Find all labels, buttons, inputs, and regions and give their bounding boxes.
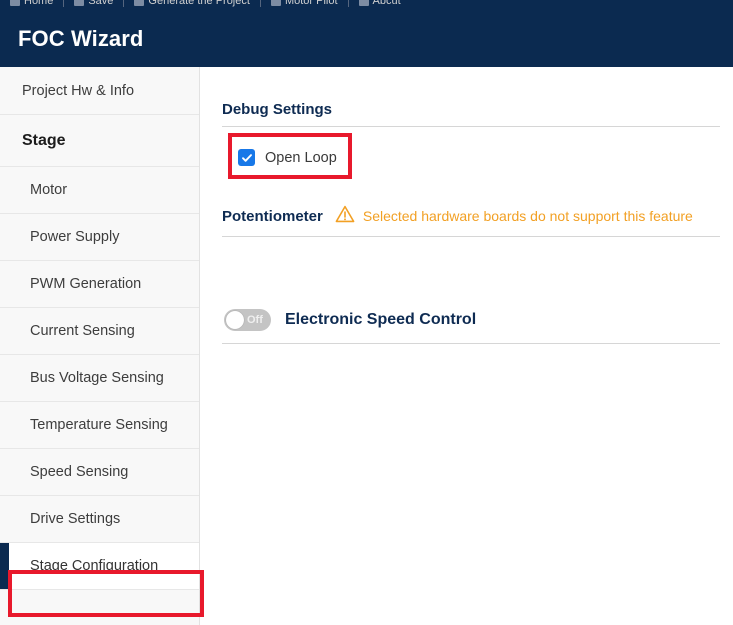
sidebar-item-stage-configuration[interactable]: Stage Configuration <box>0 543 199 590</box>
home-icon <box>10 0 20 6</box>
sidebar-item-bus-voltage-sensing[interactable]: Bus Voltage Sensing <box>0 355 199 402</box>
sidebar-section-stage: Stage <box>0 115 199 167</box>
top-toolbar-strip: Home Save Generate the Project Motor Pil… <box>0 0 733 10</box>
open-loop-checkbox-row[interactable]: Open Loop <box>238 149 337 166</box>
potentiometer-warning-text: Selected hardware boards do not support … <box>362 208 693 224</box>
sidebar: Project Hw & Info Stage Motor Power Supp… <box>0 67 200 625</box>
sidebar-item-label: Speed Sensing <box>30 464 129 480</box>
sidebar-item-power-supply[interactable]: Power Supply <box>0 214 199 261</box>
save-icon <box>74 0 85 6</box>
debug-settings-title: Debug Settings <box>222 101 333 118</box>
sidebar-item-label: Motor <box>30 182 68 198</box>
toggle-state-label: Off <box>247 313 263 326</box>
motor-pilot-icon <box>270 0 281 6</box>
warning-triangle-icon <box>335 205 355 228</box>
app-header: FOC Wizard <box>0 10 733 67</box>
toolbar-item-about-label: Abcut <box>372 0 401 7</box>
potentiometer-warning: Selected hardware boards do not support … <box>335 205 693 228</box>
toolbar-item-save-label: Save <box>88 0 114 7</box>
electronic-speed-control-label: Electronic Speed Control <box>285 310 477 328</box>
page-title: FOC Wizard <box>18 25 144 51</box>
toolbar-item-save[interactable]: Save <box>64 0 123 7</box>
toolbar-item-generate-project[interactable]: Generate the Project <box>124 0 260 7</box>
sidebar-item-pwm-generation[interactable]: PWM Generation <box>0 261 199 308</box>
sidebar-item-label: Temperature Sensing <box>30 417 168 433</box>
toolbar-item-about[interactable]: Abcut <box>349 0 411 7</box>
toolbar-item-motor-pilot[interactable]: Motor Pilot <box>261 0 348 7</box>
body-container: Project Hw & Info Stage Motor Power Supp… <box>0 67 733 625</box>
sidebar-item-temperature-sensing[interactable]: Temperature Sensing <box>0 402 199 449</box>
debug-settings-header: Debug Settings <box>222 101 720 127</box>
main-content: Debug Settings Open Loop Potentiometer S… <box>200 67 733 625</box>
open-loop-label: Open Loop <box>265 149 337 166</box>
top-toolbar-items: Home Save Generate the Project Motor Pil… <box>0 0 733 10</box>
sidebar-item-label: Power Supply <box>30 229 120 245</box>
toolbar-item-home[interactable]: Home <box>0 0 63 7</box>
foc-wizard-window: Home Save Generate the Project Motor Pil… <box>0 0 733 625</box>
sidebar-section-label: Stage <box>22 131 66 149</box>
sidebar-item-label: Drive Settings <box>30 511 121 527</box>
sidebar-item-label: Current Sensing <box>30 323 135 339</box>
sidebar-item-label: PWM Generation <box>30 276 142 292</box>
about-icon <box>358 0 369 6</box>
electronic-speed-control-toggle[interactable]: Off <box>224 308 271 331</box>
sidebar-item-speed-sensing[interactable]: Speed Sensing <box>0 449 199 496</box>
sidebar-item-label: Stage Configuration <box>30 558 159 574</box>
toolbar-item-motor-pilot-label: Motor Pilot <box>284 0 338 7</box>
sidebar-item-motor[interactable]: Motor <box>0 167 199 214</box>
electronic-speed-control-divider <box>222 342 720 344</box>
sidebar-item-label: Project Hw & Info <box>22 82 135 99</box>
sidebar-item-project-hw-info[interactable]: Project Hw & Info <box>0 67 199 115</box>
potentiometer-title: Potentiometer <box>222 207 323 225</box>
potentiometer-header: Potentiometer Selected hardware boards d… <box>222 205 720 237</box>
open-loop-checkbox[interactable] <box>238 149 255 166</box>
toolbar-item-generate-project-label: Generate the Project <box>148 0 250 7</box>
toggle-knob <box>226 310 244 329</box>
sidebar-filler <box>0 590 199 602</box>
electronic-speed-control-row: Off Electronic Speed Control <box>224 308 733 331</box>
sidebar-item-drive-settings[interactable]: Drive Settings <box>0 496 199 543</box>
toolbar-item-home-label: Home <box>24 0 54 7</box>
generate-icon <box>134 0 145 6</box>
sidebar-item-label: Bus Voltage Sensing <box>30 370 164 386</box>
sidebar-item-current-sensing[interactable]: Current Sensing <box>0 308 199 355</box>
